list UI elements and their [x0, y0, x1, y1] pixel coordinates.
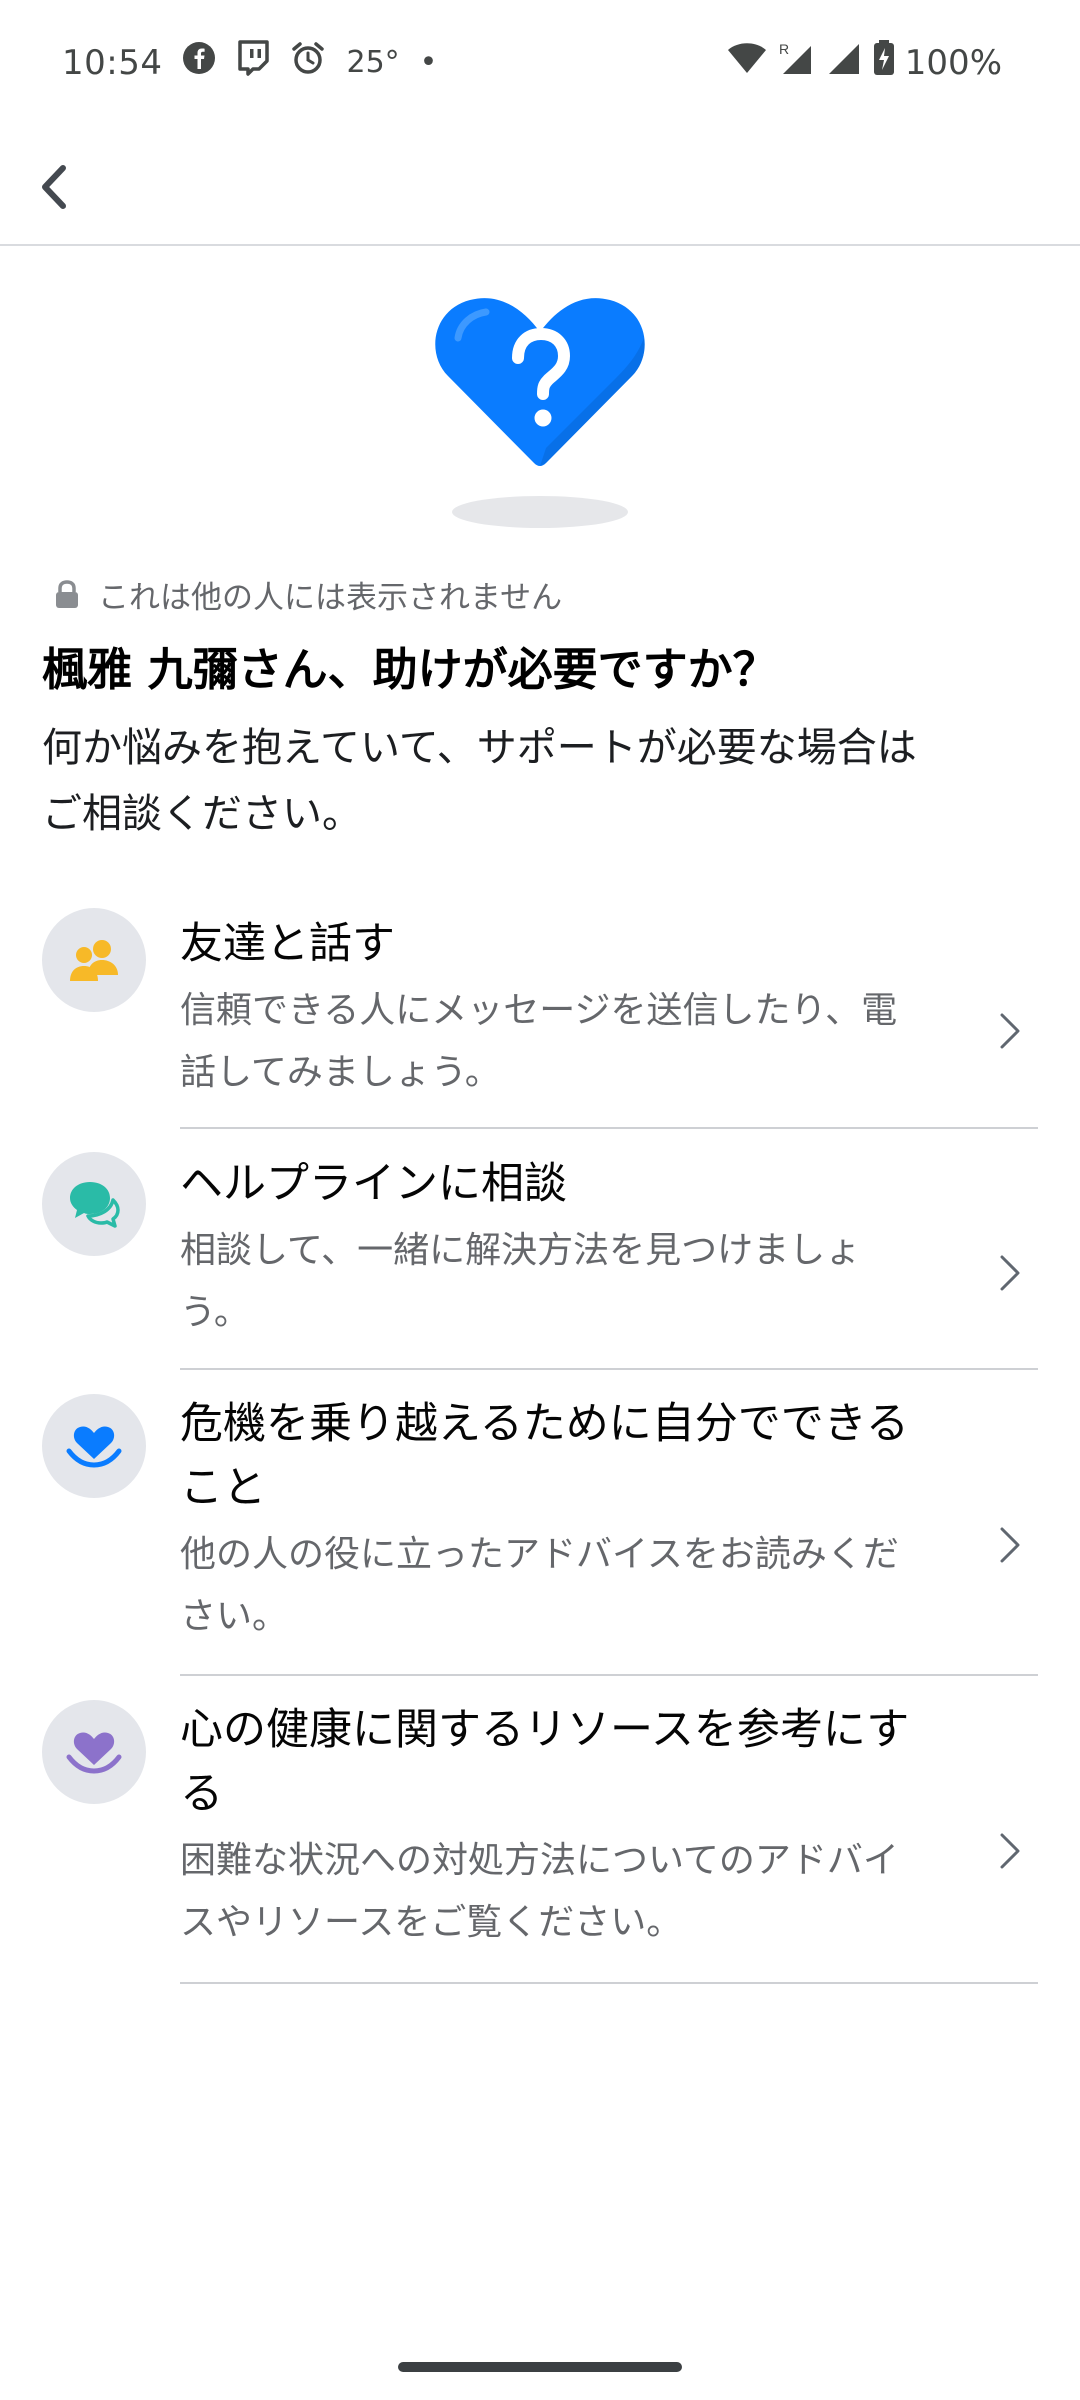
option-description-line: 他の人の役に立ったアドバイスをお読みくだ [180, 1534, 899, 1575]
option-mental-health-resources[interactable]: 心の健康に関するリソースを参考にす る 困難な状況への対処方法についてのアドバイ… [0, 1676, 1080, 1984]
page-title: 楓雅 九彌さん、助けが必要ですか？ [42, 643, 778, 696]
signal-icon [827, 40, 863, 85]
twitch-icon [236, 40, 270, 85]
option-text: ヘルプラインに相談 相談して、一緒に解決方法を見つけましょ う。 [180, 1152, 980, 1344]
heart-in-hands-icon [42, 1700, 146, 1804]
option-description: 困難な状況への対処方法についてのアドバイ スやリソースをご覧ください。 [180, 1830, 980, 1954]
signal-roaming-icon: R [777, 40, 817, 85]
alarm-icon [290, 40, 326, 85]
back-button[interactable] [20, 152, 90, 222]
status-time: 10:54 [62, 42, 163, 83]
chat-bubbles-icon [42, 1152, 146, 1256]
status-bar: 10:54 25° • R 100% [0, 0, 1080, 126]
option-description-line: スやリソースをご覧ください。 [180, 1902, 683, 1943]
app-bar [0, 126, 1080, 246]
option-description-line: 信頼できる人にメッセージを送信したり、電 [180, 990, 898, 1031]
option-description: 他の人の役に立ったアドバイスをお読みくだ さい。 [180, 1524, 980, 1648]
option-description-line: う。 [180, 1292, 250, 1333]
friends-icon [42, 908, 146, 1012]
facebook-icon [182, 41, 216, 84]
option-title: 危機を乗り越えるために自分でできる こと [180, 1392, 980, 1520]
option-text: 危機を乗り越えるために自分でできる こと 他の人の役に立ったアドバイスをお読みく… [180, 1392, 980, 1648]
option-description: 相談して、一緒に解決方法を見つけましょ う。 [180, 1220, 980, 1344]
question-heart-icon [420, 280, 660, 540]
status-notification-dot: • [419, 45, 438, 80]
option-description-line: 困難な状況への対処方法についてのアドバイ [180, 1840, 899, 1881]
option-title-line: 危機を乗り越えるために自分でできる [180, 1399, 909, 1449]
status-bar-right: R 100% [727, 40, 1002, 85]
subtitle-line-1: 何か悩みを抱えていて、サポートが必要な場合は [42, 725, 917, 771]
battery-charging-icon [873, 40, 895, 85]
status-bar-left: 10:54 25° • [62, 40, 437, 85]
option-talk-to-friends[interactable]: 友達と話す 信頼できる人にメッセージを送信したり、電 話してみましょう。 [0, 880, 1080, 1129]
subtitle-line-2: ご相談ください。 [42, 791, 362, 837]
option-self-help-crisis[interactable]: 危機を乗り越えるために自分でできる こと 他の人の役に立ったアドバイスをお読みく… [0, 1370, 1080, 1676]
option-title: 友達と話す [180, 919, 395, 969]
battery-percentage: 100% [904, 42, 1002, 83]
option-title-line: こと [180, 1463, 266, 1513]
option-text: 友達と話す 信頼できる人にメッセージを送信したり、電 話してみましょう。 [180, 912, 980, 1104]
option-text: 心の健康に関するリソースを参考にす る 困難な状況への対処方法についてのアドバイ… [180, 1698, 980, 1954]
status-temperature: 25° [346, 45, 400, 80]
option-description-line: 話してみましょう。 [180, 1052, 501, 1093]
wifi-icon [727, 41, 767, 84]
option-description: 信頼できる人にメッセージを送信したり、電 話してみましょう。 [180, 980, 980, 1104]
option-title: 心の健康に関するリソースを参考にす る [180, 1698, 980, 1826]
option-title-line: 心の健康に関するリソースを参考にす [180, 1705, 910, 1755]
option-title: ヘルプラインに相談 [180, 1159, 567, 1209]
svg-text:R: R [779, 41, 789, 57]
heart-in-hands-icon [42, 1394, 146, 1498]
chevron-right-icon [990, 1006, 1030, 1056]
divider [180, 1982, 1038, 1984]
page-subtitle: 何か悩みを抱えていて、サポートが必要な場合は ご相談ください。 [42, 715, 1042, 847]
lock-icon [56, 579, 78, 608]
option-title-line: る [180, 1769, 223, 1819]
privacy-note-text: これは他の人には表示されません [98, 580, 563, 616]
option-description-line: 相談して、一緒に解決方法を見つけましょ [180, 1230, 862, 1271]
chevron-right-icon [990, 1520, 1030, 1570]
back-arrow-icon [42, 165, 66, 209]
option-description-line: さい。 [180, 1596, 289, 1637]
chevron-right-icon [990, 1248, 1030, 1298]
home-indicator[interactable] [398, 2362, 682, 2372]
chevron-right-icon [990, 1826, 1030, 1876]
option-helpline[interactable]: ヘルプラインに相談 相談して、一緒に解決方法を見つけましょ う。 [0, 1128, 1080, 1370]
privacy-note: これは他の人には表示されません [54, 572, 562, 617]
